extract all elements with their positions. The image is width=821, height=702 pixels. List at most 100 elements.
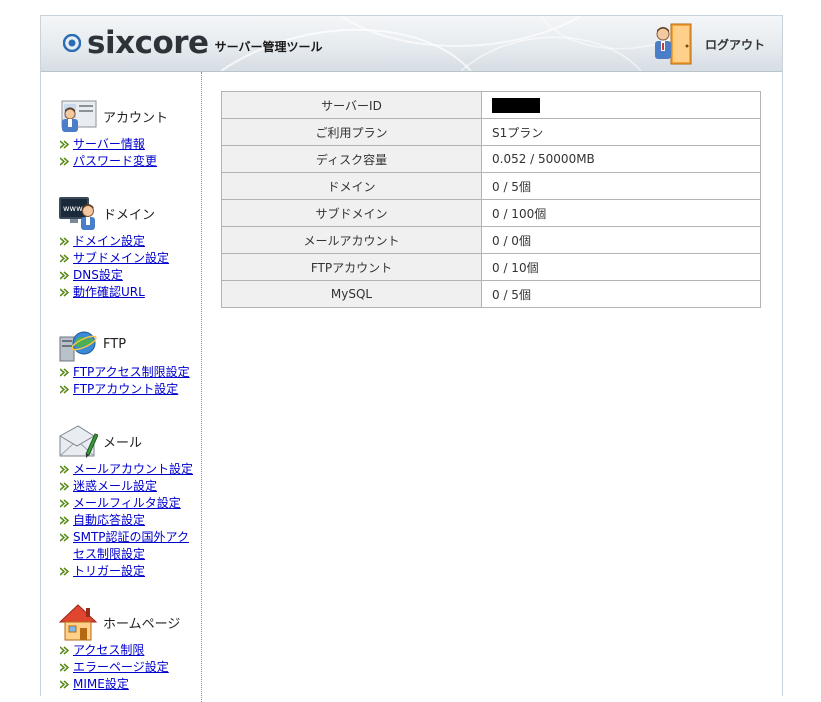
sidebar-section-ftp: FTP FTPアクセス制限設定 FTPアカウント設定 (58, 324, 190, 398)
row-label-plan: ご利用プラン (221, 118, 482, 146)
sidebar-item-subdomain-settings[interactable]: サブドメイン設定 (58, 250, 169, 267)
link-mail-filter[interactable]: メールフィルタ設定 (73, 496, 181, 510)
arrow-icon (60, 368, 70, 377)
arrow-icon (60, 465, 70, 474)
server-info-table: サーバーID ご利用プラン S1プラン ディスク容量 0.052 / 50000… (221, 91, 761, 308)
sidebar-item-mail-account[interactable]: メールアカウント設定 (58, 461, 193, 478)
row-value-domain: 0 / 5個 (481, 172, 761, 200)
sidebar-item-password[interactable]: パスワード変更 (58, 153, 168, 170)
link-domain-settings[interactable]: ドメイン設定 (73, 234, 145, 248)
house-icon (58, 604, 98, 641)
section-header-domain: www ドメイン (58, 193, 169, 233)
row-label-subdomain: サブドメイン (221, 199, 482, 227)
section-title-mail: メール (103, 435, 143, 451)
table-row: FTPアカウント 0 / 10個 (221, 253, 761, 281)
link-server-info[interactable]: サーバー情報 (73, 137, 145, 151)
sidebar-item-domain-settings[interactable]: ドメイン設定 (58, 233, 169, 250)
table-row: サブドメイン 0 / 100個 (221, 199, 761, 227)
link-password-change[interactable]: パスワード変更 (73, 154, 157, 168)
section-title-homepage: ホームページ (103, 616, 181, 632)
table-row: ご利用プラン S1プラン (221, 118, 761, 146)
sidebar-item-error-page[interactable]: エラーページ設定 (58, 659, 180, 676)
table-row: メールアカウント 0 / 0個 (221, 226, 761, 254)
mail-envelope-pen-icon (59, 425, 98, 458)
link-mime-settings[interactable]: MIME設定 (73, 677, 129, 691)
section-header-ftp: FTP (58, 324, 190, 364)
sidebar-item-access-limit[interactable]: アクセス制限 (58, 642, 180, 659)
header: sixcore サーバー管理ツール ログアウト (41, 16, 782, 72)
link-error-page[interactable]: エラーページ設定 (73, 660, 169, 674)
sidebar-item-auto-reply[interactable]: 自動応答設定 (58, 512, 193, 529)
page-frame: sixcore サーバー管理ツール ログアウト アカウント サーバー情報 パスワ… (40, 15, 783, 702)
ftp-links: FTPアクセス制限設定 FTPアカウント設定 (58, 364, 190, 398)
domain-links: ドメイン設定 サブドメイン設定 DNS設定 動作確認URL (58, 233, 169, 301)
section-header-account: アカウント (58, 96, 168, 136)
arrow-icon (60, 237, 70, 246)
svg-text:www: www (63, 204, 83, 213)
row-value-disk: 0.052 / 50000MB (481, 145, 761, 173)
link-auto-reply[interactable]: 自動応答設定 (73, 513, 145, 527)
row-value-mail-account: 0 / 0個 (481, 226, 761, 254)
table-row: ディスク容量 0.052 / 50000MB (221, 145, 761, 173)
ftp-server-globe-icon (59, 331, 97, 362)
section-title-domain: ドメイン (103, 207, 156, 223)
arrow-icon (60, 567, 70, 576)
logout-button[interactable]: ログアウト (651, 22, 765, 66)
arrow-icon (60, 157, 70, 166)
row-label-disk: ディスク容量 (221, 145, 482, 173)
arrow-icon (60, 254, 70, 263)
account-card-icon (61, 100, 97, 132)
sidebar-section-homepage: ホームページ アクセス制限 エラーページ設定 MIME設定 (58, 602, 180, 693)
link-trigger-settings[interactable]: トリガー設定 (73, 564, 145, 578)
sidebar-section-account: アカウント サーバー情報 パスワード変更 (58, 96, 168, 170)
table-row: MySQL 0 / 5個 (221, 280, 761, 308)
section-title-ftp: FTP (103, 336, 127, 352)
row-label-ftp-account: FTPアカウント (221, 253, 482, 281)
row-value-ftp-account: 0 / 10個 (481, 253, 761, 281)
row-label-mail-account: メールアカウント (221, 226, 482, 254)
link-smtp-foreign-limit[interactable]: SMTP認証の国外アク セス制限設定 (73, 530, 189, 561)
sidebar-item-ftp-account[interactable]: FTPアカウント設定 (58, 381, 190, 398)
sidebar-item-dns-settings[interactable]: DNS設定 (58, 267, 169, 284)
sidebar-item-test-url[interactable]: 動作確認URL (58, 284, 169, 301)
door-person-icon (655, 23, 692, 65)
homepage-links: アクセス制限 エラーページ設定 MIME設定 (58, 642, 180, 693)
sidebar-item-ftp-access-limit[interactable]: FTPアクセス制限設定 (58, 364, 190, 381)
logo-mark-icon (63, 34, 81, 52)
row-label-domain: ドメイン (221, 172, 482, 200)
redacted-server-id (492, 97, 540, 113)
arrow-icon (60, 680, 70, 689)
logo-subtitle: サーバー管理ツール (214, 39, 323, 54)
logo-text: sixcore (87, 25, 209, 61)
row-value-mysql: 0 / 5個 (481, 280, 761, 308)
arrow-icon (60, 499, 70, 508)
arrow-icon (60, 533, 70, 542)
arrow-icon (60, 271, 70, 280)
arrow-icon (60, 646, 70, 655)
row-value-subdomain: 0 / 100個 (481, 199, 761, 227)
link-dns-settings[interactable]: DNS設定 (73, 268, 123, 282)
sidebar-item-mail-filter[interactable]: メールフィルタ設定 (58, 495, 193, 512)
link-subdomain-settings[interactable]: サブドメイン設定 (73, 251, 169, 265)
sidebar-item-smtp-foreign-limit[interactable]: SMTP認証の国外アク セス制限設定 (58, 529, 193, 563)
logo: sixcore サーバー管理ツール (63, 27, 322, 59)
table-row: ドメイン 0 / 5個 (221, 172, 761, 200)
link-mail-account[interactable]: メールアカウント設定 (73, 462, 193, 476)
link-test-url[interactable]: 動作確認URL (73, 285, 145, 299)
link-smtp-line-2: セス制限設定 (73, 547, 146, 561)
link-spam-settings[interactable]: 迷惑メール設定 (73, 479, 157, 493)
sidebar-item-spam-settings[interactable]: 迷惑メール設定 (58, 478, 193, 495)
arrow-icon (60, 288, 70, 297)
sidebar-section-mail: メール メールアカウント設定 迷惑メール設定 メールフィルタ設定 自動応答設定 … (58, 421, 193, 580)
link-access-limit[interactable]: アクセス制限 (73, 643, 144, 657)
row-label-server-id: サーバーID (221, 91, 482, 119)
sidebar-item-server-info[interactable]: サーバー情報 (58, 136, 168, 153)
section-header-homepage: ホームページ (58, 602, 180, 642)
account-links: サーバー情報 パスワード変更 (58, 136, 168, 170)
arrow-icon (60, 385, 70, 394)
link-ftp-access-limit[interactable]: FTPアクセス制限設定 (73, 365, 190, 379)
arrow-icon (60, 663, 70, 672)
link-ftp-account[interactable]: FTPアカウント設定 (73, 382, 178, 396)
www-monitor-icon: www (59, 197, 95, 230)
sidebar-item-trigger[interactable]: トリガー設定 (58, 563, 193, 580)
